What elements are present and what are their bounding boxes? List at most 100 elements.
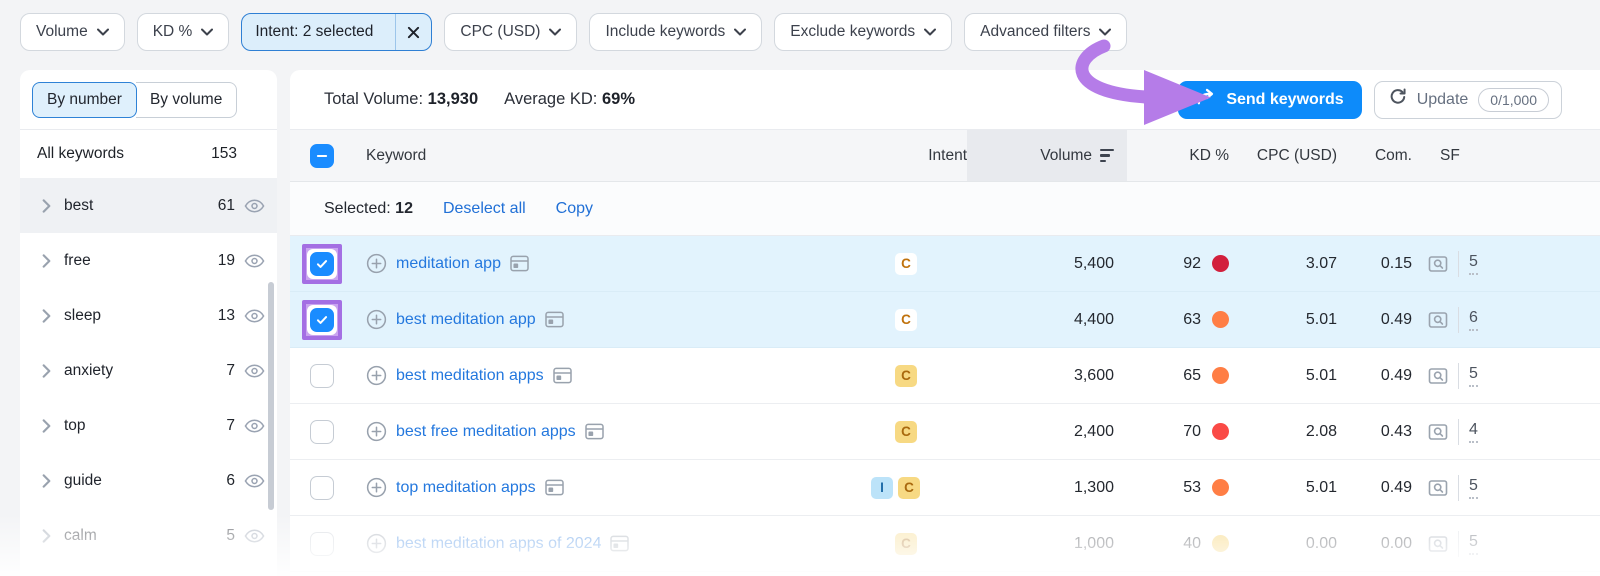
chevron-right-icon[interactable] bbox=[42, 364, 51, 378]
row-checkbox[interactable] bbox=[310, 476, 334, 500]
sidebar-group-guide[interactable]: guide 6 bbox=[20, 453, 277, 508]
header-keyword[interactable]: Keyword bbox=[366, 147, 426, 165]
keyword-link[interactable]: best meditation apps bbox=[396, 367, 544, 385]
add-keyword-icon[interactable] bbox=[366, 309, 387, 330]
serp-card-icon[interactable] bbox=[610, 535, 629, 552]
serp-card-icon[interactable] bbox=[585, 423, 604, 440]
eye-icon[interactable] bbox=[244, 254, 265, 268]
add-keyword-icon[interactable] bbox=[366, 421, 387, 442]
sf-count[interactable]: 5 bbox=[1469, 364, 1478, 387]
filter-cpc[interactable]: CPC (USD) bbox=[444, 13, 577, 51]
serp-features-icon[interactable] bbox=[1428, 310, 1448, 330]
send-keywords-button[interactable]: Send keywords bbox=[1178, 81, 1361, 119]
chevron-right-icon[interactable] bbox=[42, 419, 51, 433]
sidebar-group-top[interactable]: top 7 bbox=[20, 398, 277, 453]
update-button[interactable]: Update 0/1,000 bbox=[1374, 81, 1562, 119]
eye-icon[interactable] bbox=[244, 474, 265, 488]
select-all-checkbox[interactable] bbox=[310, 144, 334, 168]
header-com[interactable]: Com. bbox=[1375, 147, 1412, 165]
table-row[interactable]: top meditation apps I C 1,300 53 5.01 0.… bbox=[290, 460, 1600, 516]
kd-value: 70 bbox=[1183, 423, 1201, 441]
chevron-right-icon[interactable] bbox=[42, 474, 51, 488]
sidebar-group-calm[interactable]: calm 5 bbox=[20, 508, 277, 563]
eye-icon[interactable] bbox=[244, 419, 265, 433]
deselect-all-link[interactable]: Deselect all bbox=[443, 200, 526, 218]
serp-card-icon[interactable] bbox=[545, 479, 564, 496]
group-label: sleep bbox=[64, 307, 218, 325]
header-volume-sorted[interactable]: Volume bbox=[967, 130, 1127, 181]
table-row[interactable]: best meditation apps C 3,600 65 5.01 0.4… bbox=[290, 348, 1600, 404]
tab-by-number[interactable]: By number bbox=[32, 82, 137, 118]
add-keyword-icon[interactable] bbox=[366, 365, 387, 386]
chevron-down-icon bbox=[201, 23, 213, 41]
keyword-link[interactable]: best free meditation apps bbox=[396, 423, 576, 441]
serp-card-icon[interactable] bbox=[510, 255, 529, 272]
filter-include-keywords[interactable]: Include keywords bbox=[589, 13, 762, 51]
filter-advanced[interactable]: Advanced filters bbox=[964, 13, 1127, 51]
send-keywords-label: Send keywords bbox=[1226, 91, 1343, 109]
keyword-link[interactable]: best meditation apps of 2024 bbox=[396, 535, 601, 553]
row-checkbox[interactable] bbox=[310, 364, 334, 388]
table-row[interactable]: meditation app C 5,400 92 3.07 0.15 5 bbox=[290, 236, 1600, 292]
add-keyword-icon[interactable] bbox=[366, 477, 387, 498]
serp-features-icon[interactable] bbox=[1428, 254, 1448, 274]
sidebar-group-sleep[interactable]: sleep 13 bbox=[20, 288, 277, 343]
eye-icon[interactable] bbox=[244, 199, 265, 213]
table-header: Keyword Intent Volume KD % CPC (USD) Com… bbox=[290, 130, 1600, 182]
filter-intent[interactable]: Intent: 2 selected bbox=[241, 13, 432, 51]
serp-features-icon[interactable] bbox=[1428, 422, 1448, 442]
eye-icon[interactable] bbox=[244, 309, 265, 323]
eye-icon[interactable] bbox=[244, 529, 265, 543]
sf-count[interactable]: 4 bbox=[1469, 420, 1478, 443]
kd-dot bbox=[1212, 367, 1229, 384]
keyword-link[interactable]: best meditation app bbox=[396, 311, 536, 329]
table-row[interactable]: best meditation app C 4,400 63 5.01 0.49… bbox=[290, 292, 1600, 348]
sidebar-group-free[interactable]: free 19 bbox=[20, 233, 277, 288]
chevron-right-icon[interactable] bbox=[42, 309, 51, 323]
filter-kd[interactable]: KD % bbox=[137, 13, 230, 51]
serp-card-icon[interactable] bbox=[553, 367, 572, 384]
serp-features-icon[interactable] bbox=[1428, 478, 1448, 498]
update-label: Update bbox=[1417, 91, 1469, 109]
add-keyword-icon[interactable] bbox=[366, 533, 387, 554]
serp-card-icon[interactable] bbox=[545, 311, 564, 328]
sf-count[interactable]: 6 bbox=[1469, 308, 1478, 331]
row-checkbox[interactable] bbox=[310, 252, 334, 276]
tab-by-volume[interactable]: By volume bbox=[136, 82, 237, 118]
eye-icon[interactable] bbox=[244, 364, 265, 378]
sidebar-group-anxiety[interactable]: anxiety 7 bbox=[20, 343, 277, 398]
total-volume-label: Total Volume: bbox=[324, 90, 423, 108]
keyword-link[interactable]: top meditation apps bbox=[396, 479, 536, 497]
sidebar-group-best[interactable]: best 61 bbox=[20, 178, 277, 233]
sf-count[interactable]: 5 bbox=[1469, 476, 1478, 499]
table-row[interactable]: best free meditation apps C 2,400 70 2.0… bbox=[290, 404, 1600, 460]
chevron-right-icon[interactable] bbox=[42, 529, 51, 543]
header-cpc[interactable]: CPC (USD) bbox=[1257, 147, 1337, 165]
header-intent[interactable]: Intent bbox=[928, 147, 967, 165]
competition-value: 0.49 bbox=[1337, 311, 1412, 329]
serp-features-icon[interactable] bbox=[1428, 366, 1448, 386]
add-keyword-icon[interactable] bbox=[366, 253, 387, 274]
row-checkbox[interactable] bbox=[310, 532, 334, 556]
sf-count[interactable]: 5 bbox=[1469, 252, 1478, 275]
filter-volume[interactable]: Volume bbox=[20, 13, 125, 51]
clear-intent-filter-icon[interactable] bbox=[395, 14, 431, 50]
sidebar-scrollbar[interactable] bbox=[268, 282, 274, 510]
sf-count[interactable]: 5 bbox=[1469, 532, 1478, 555]
copy-link[interactable]: Copy bbox=[556, 200, 593, 218]
header-sf[interactable]: SF bbox=[1440, 147, 1460, 165]
row-checkbox[interactable] bbox=[310, 420, 334, 444]
row-checkbox[interactable] bbox=[310, 308, 334, 332]
table-row[interactable]: best meditation apps of 2024 C 1,000 40 … bbox=[290, 516, 1600, 572]
update-quota-badge: 0/1,000 bbox=[1478, 88, 1549, 112]
kd-value: 65 bbox=[1183, 367, 1201, 385]
all-keywords-row[interactable]: All keywords 153 bbox=[20, 129, 277, 178]
intent-badge-commercial: C bbox=[895, 253, 917, 275]
keyword-link[interactable]: meditation app bbox=[396, 255, 501, 273]
filter-exclude-keywords[interactable]: Exclude keywords bbox=[774, 13, 952, 51]
chevron-right-icon[interactable] bbox=[42, 254, 51, 268]
header-kd[interactable]: KD % bbox=[1189, 147, 1229, 165]
serp-features-icon[interactable] bbox=[1428, 534, 1448, 554]
chevron-right-icon[interactable] bbox=[42, 199, 51, 213]
sidebar-tabs: By number By volume bbox=[20, 70, 277, 129]
